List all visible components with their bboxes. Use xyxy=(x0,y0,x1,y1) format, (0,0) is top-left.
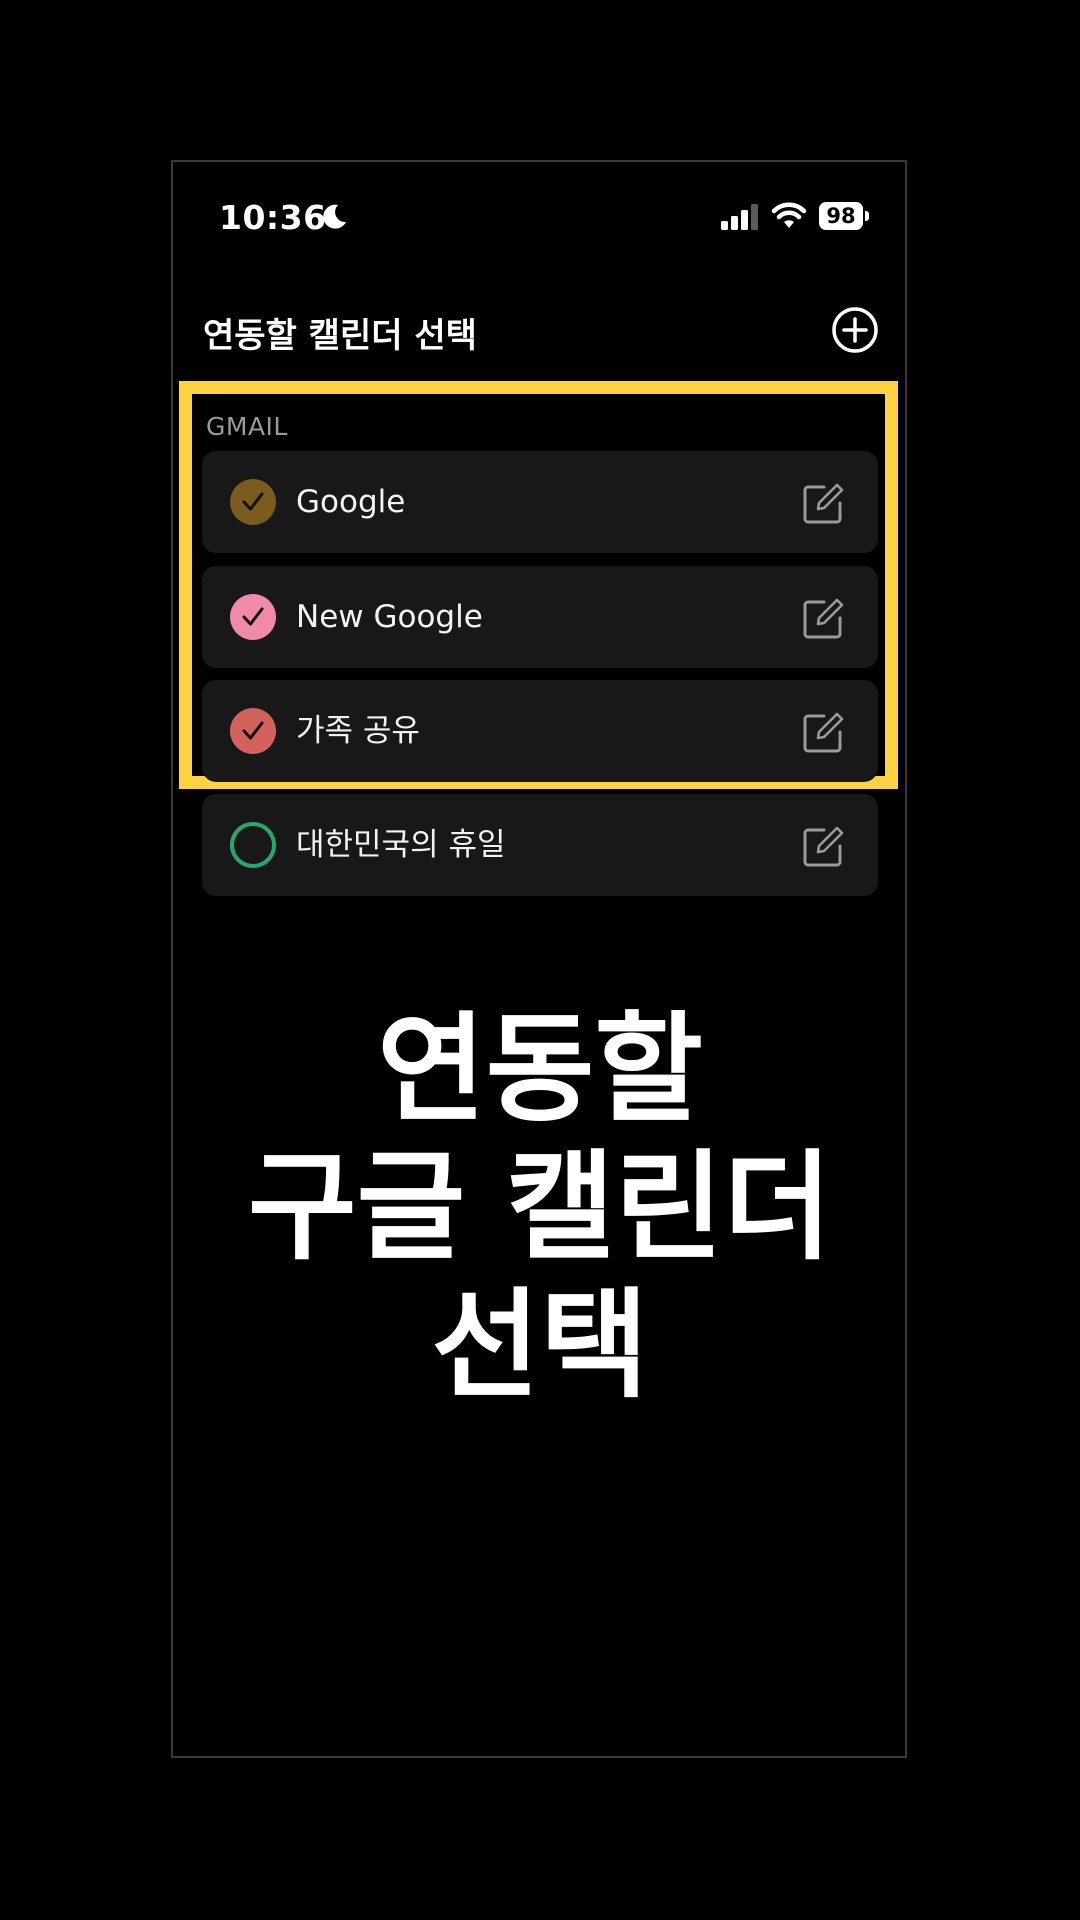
checkmark-icon xyxy=(242,721,264,740)
calendar-checkbox[interactable] xyxy=(230,822,276,868)
caption-line-1: 연동할 xyxy=(377,1000,703,1138)
calendar-checkbox[interactable] xyxy=(230,708,276,754)
section-label-gmail: GMAIL xyxy=(206,412,288,441)
caption-line-3: 선택 xyxy=(431,1276,649,1414)
edit-icon[interactable] xyxy=(802,598,844,640)
battery-level: 98 xyxy=(819,202,863,230)
edit-icon[interactable] xyxy=(802,826,844,868)
calendar-label: Google xyxy=(296,484,406,520)
calendar-label: New Google xyxy=(296,599,483,635)
calendar-row-google[interactable]: Google xyxy=(202,451,878,553)
caption-line-2: 구글 캘린더 xyxy=(248,1138,832,1276)
cellular-signal-icon xyxy=(721,204,758,230)
calendar-label: 대한민국의 휴일 xyxy=(296,827,506,863)
calendar-row-new-google[interactable]: New Google xyxy=(202,566,878,668)
battery-cap xyxy=(865,211,869,221)
calendar-row-korean-holidays[interactable]: 대한민국의 휴일 xyxy=(202,794,878,896)
calendar-label: 가족 공유 xyxy=(296,713,420,749)
calendar-row-family-share[interactable]: 가족 공유 xyxy=(202,680,878,782)
status-time: 10:36 xyxy=(219,198,327,237)
edit-icon[interactable] xyxy=(802,712,844,754)
caption: 연동할 구글 캘린더 선택 xyxy=(0,1000,1080,1414)
moon-icon xyxy=(323,204,346,229)
edit-icon[interactable] xyxy=(802,483,844,525)
calendar-checkbox[interactable] xyxy=(230,594,276,640)
calendar-checkbox[interactable] xyxy=(230,479,276,525)
wifi-icon xyxy=(771,202,807,228)
add-calendar-button[interactable] xyxy=(831,306,879,354)
page-title: 연동할 캘린더 선택 xyxy=(203,316,477,356)
battery-indicator: 98 xyxy=(819,202,869,230)
checkmark-icon xyxy=(242,607,264,626)
checkmark-icon xyxy=(242,492,264,511)
status-bar: 10:36 98 xyxy=(173,162,905,282)
